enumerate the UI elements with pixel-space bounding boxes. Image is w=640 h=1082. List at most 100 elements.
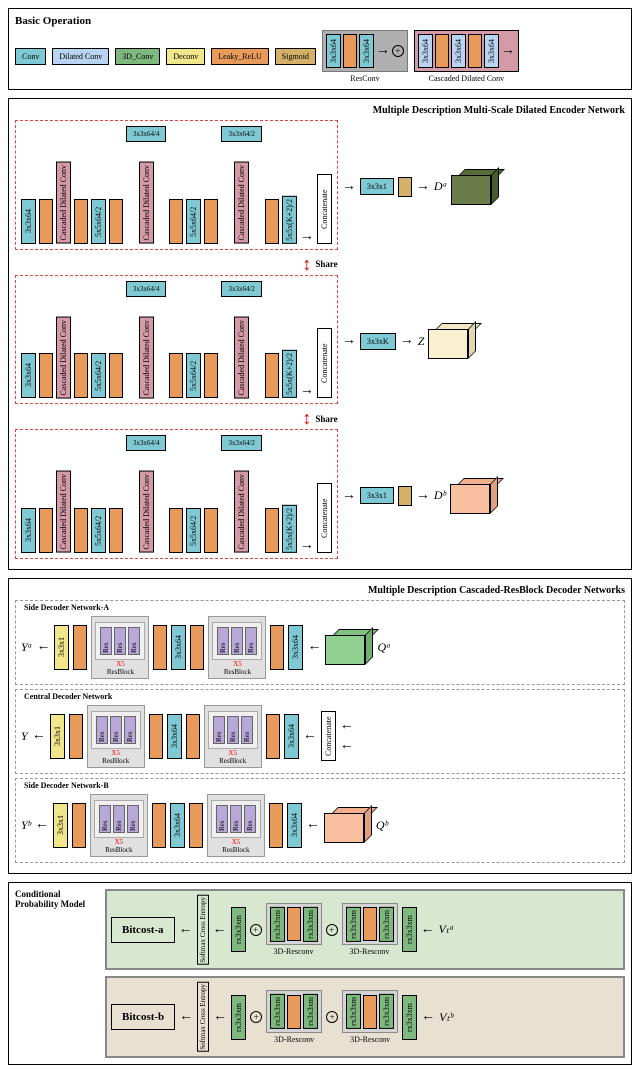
conv3d-inner: rx3x3xm xyxy=(346,994,361,1029)
leaky-icon xyxy=(149,714,163,759)
decoder-central-label: Central Decoder Network xyxy=(24,692,112,701)
legend-cascaded-inner3: 3x3x64 xyxy=(484,34,499,68)
conv-block: 3x3x64 xyxy=(284,714,299,759)
skip-block: 3x3x64/4 xyxy=(126,281,166,297)
deconv-block: 3x3x1 xyxy=(53,803,68,848)
arrow-icon: ← xyxy=(307,640,321,654)
concat-block: Concatenate xyxy=(317,174,332,244)
encoder-title: Multiple Description Multi-Scale Dilated… xyxy=(15,105,625,116)
arrow-icon: ← xyxy=(213,1010,227,1024)
legend-title: Basic Operation xyxy=(15,15,625,27)
conv3d-block: rx3x3xm xyxy=(231,907,246,952)
prob-stream-a: Bitcost-a ← Softmax Cross Entropy ← rx3x… xyxy=(105,889,625,971)
res-unit: Res xyxy=(241,716,253,744)
input-qb: Qᵇ xyxy=(376,818,388,833)
resblock: Res Res Res X5 ResBlock xyxy=(207,794,265,857)
resblock-label: ResBlock xyxy=(211,846,261,854)
arrow-icon: ← xyxy=(421,1010,435,1024)
skip-block: 3x3x64/4 xyxy=(126,126,166,142)
legend-cascaded-group: 3x3x64 3x3x64 3x3x64 → Cascaded Dilated … xyxy=(414,30,519,83)
conv3d-inner: rx3x3xm xyxy=(303,994,318,1029)
arrow-icon: → xyxy=(501,44,515,58)
softmax-block: Softmax Cross Entropy xyxy=(197,895,209,965)
conv-block: 3x3x64 xyxy=(167,714,182,759)
leaky-icon xyxy=(287,995,301,1029)
resblock-label: ResBlock xyxy=(91,757,141,765)
conv-block: 5x5x64/2 xyxy=(91,508,106,553)
cube-db xyxy=(450,478,498,514)
x5-label: X5 xyxy=(232,838,241,846)
resblock-label: ResBlock xyxy=(94,846,144,854)
sigmoid-icon xyxy=(398,486,412,506)
sigmoid-icon xyxy=(398,177,412,197)
conv-block: 3x3x64 xyxy=(21,508,36,553)
leaky-icon xyxy=(363,907,377,941)
plus-icon: + xyxy=(250,924,262,936)
res-unit: Res xyxy=(244,805,256,833)
leaky-icon xyxy=(109,508,123,553)
input-va: Vₜᵃ xyxy=(439,922,455,937)
decoder-panel: Multiple Description Cascaded-ResBlock D… xyxy=(8,578,632,874)
arrow-icon: → xyxy=(416,180,430,194)
leaky-icon xyxy=(73,625,87,670)
plus-icon: + xyxy=(250,1011,262,1023)
resconv3d-label: 3D-Resconv xyxy=(274,1035,314,1044)
out-conv: 3x3x1 xyxy=(360,487,394,504)
legend-cascaded-label: Cascaded Dilated Conv xyxy=(429,74,505,83)
output-yb: Yᵇ xyxy=(21,818,31,833)
arrow-icon: ← xyxy=(340,739,354,753)
leaky-icon xyxy=(265,508,279,553)
decoder-side-b: Side Decoder Network-B Yᵇ ← 3x3x1 Res Re… xyxy=(15,778,625,863)
conv3d-inner: rx3x3xm xyxy=(379,994,394,1029)
leaky-icon xyxy=(435,34,449,68)
x5-label: X5 xyxy=(228,749,237,757)
res-unit: Res xyxy=(110,716,122,744)
leaky-icon xyxy=(39,199,53,244)
res-unit: Res xyxy=(113,805,125,833)
cascaded-block: Cascaded Dilated Conv xyxy=(56,471,71,553)
leaky-icon xyxy=(153,625,167,670)
decoder-central: Central Decoder Network Y ← 3x3x1 Res Re… xyxy=(15,689,625,774)
arrow-icon: → xyxy=(300,384,314,398)
output-db: Dᵇ xyxy=(434,488,446,503)
conv-block: 5x5x64/2 xyxy=(186,199,201,244)
cascaded-block: Cascaded Dilated Conv xyxy=(234,471,249,553)
resconv3d-label: 3D-Resconv xyxy=(350,947,390,956)
res-unit: Res xyxy=(227,716,239,744)
cube-da xyxy=(451,169,499,205)
resblock: Res Res Res X5 ResBlock xyxy=(208,616,266,679)
leaky-icon xyxy=(269,803,283,848)
conv3d-inner: rx3x3xm xyxy=(346,907,361,942)
leaky-icon xyxy=(204,353,218,398)
cascaded-block: Cascaded Dilated Conv xyxy=(234,162,249,244)
conv-block: 3x3x64 xyxy=(21,353,36,398)
legend-resconv-label: ResConv xyxy=(350,74,379,83)
leaky-icon xyxy=(169,353,183,398)
arrow-icon: → xyxy=(416,489,430,503)
resconv3d-label: 3D-Resconv xyxy=(350,1035,390,1044)
share-indicator-2: ↕ Share xyxy=(15,408,625,429)
output-da: Dᵃ xyxy=(434,179,447,194)
arrow-icon: ← xyxy=(213,923,227,937)
arrow-icon: → xyxy=(342,334,356,348)
res-unit: Res xyxy=(96,716,108,744)
decoder-side-b-label: Side Decoder Network-B xyxy=(24,781,109,790)
arrow-icon: → xyxy=(342,489,356,503)
res-unit: Res xyxy=(213,716,225,744)
leaky-icon xyxy=(204,508,218,553)
legend-resconv-box: 3x3x64 3x3x64 → + xyxy=(322,30,408,72)
leaky-icon xyxy=(72,803,86,848)
conv-block: 5x5x64/2 xyxy=(91,199,106,244)
leaky-icon xyxy=(468,34,482,68)
x5-label: X5 xyxy=(116,660,125,668)
leaky-icon xyxy=(74,353,88,398)
cascaded-block: Cascaded Dilated Conv xyxy=(139,471,154,553)
res-unit: Res xyxy=(100,627,112,655)
resconv3d-block: rx3x3xm rx3x3xm xyxy=(342,903,398,946)
resblock: Res Res Res X5 ResBlock xyxy=(91,616,149,679)
conv3d-inner: rx3x3xm xyxy=(270,994,285,1029)
resconv3d-block: rx3x3xm rx3x3xm xyxy=(266,903,322,946)
leaky-icon xyxy=(186,714,200,759)
res-unit: Res xyxy=(127,805,139,833)
arrow-icon: ← xyxy=(179,1010,193,1024)
